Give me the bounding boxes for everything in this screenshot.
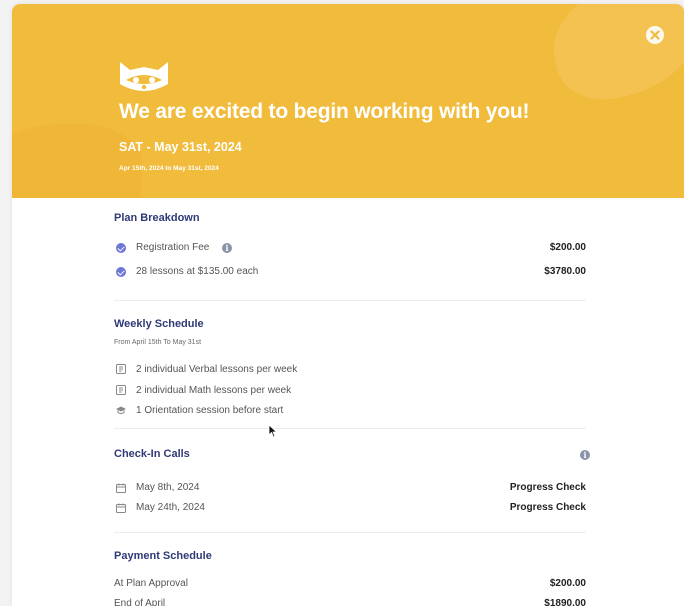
- divider: [114, 532, 586, 533]
- plan-item-label: Registration Fee: [136, 242, 210, 253]
- info-icon[interactable]: i: [222, 243, 232, 253]
- mouse-cursor-icon: [268, 424, 278, 438]
- checkin-type: Progress Check: [509, 482, 586, 493]
- hero-date-range: Apr 15th, 2024 to May 31st, 2024: [119, 165, 219, 172]
- payment-value: $200.00: [549, 578, 586, 589]
- schedule-item: 2 individual Verbal lessons per week: [136, 364, 298, 375]
- schedule-item: 2 individual Math lessons per week: [136, 385, 292, 396]
- divider: [114, 428, 586, 429]
- calendar-icon: [116, 503, 126, 513]
- plan-item-label: 28 lessons at $135.00 each: [136, 266, 259, 277]
- checkin-type: Progress Check: [509, 502, 586, 513]
- checkin-calls-title: Check-In Calls: [114, 448, 190, 460]
- hero-date: SAT - May 31st, 2024: [119, 140, 242, 154]
- payment-schedule-title: Payment Schedule: [114, 550, 212, 562]
- plan-breakdown-title: Plan Breakdown: [114, 212, 200, 224]
- payment-label: At Plan Approval: [114, 578, 188, 589]
- hero-banner: We are excited to begin working with you…: [12, 4, 684, 198]
- weekly-schedule-title: Weekly Schedule: [114, 318, 204, 330]
- payment-value: $1890.00: [544, 598, 586, 606]
- graduation-cap-icon: [116, 406, 126, 414]
- checkin-date: May 24th, 2024: [136, 502, 205, 513]
- info-icon[interactable]: i: [580, 450, 590, 460]
- calendar-icon: [116, 483, 126, 493]
- check-circle-icon: [116, 267, 126, 277]
- welcome-modal: We are excited to begin working with you…: [12, 4, 684, 606]
- plan-item-value: $200.00: [549, 242, 586, 253]
- checkin-date: May 8th, 2024: [136, 482, 200, 493]
- lesson-book-icon: [116, 385, 126, 395]
- schedule-item: 1 Orientation session before start: [136, 405, 284, 416]
- close-icon[interactable]: [644, 24, 666, 46]
- check-circle-icon: [116, 243, 126, 253]
- raccoon-logo-icon: [120, 62, 168, 91]
- plan-item-value: $3780.00: [544, 266, 586, 277]
- decorative-blob: [12, 124, 142, 198]
- payment-label: End of April: [114, 598, 166, 606]
- lesson-book-icon: [116, 364, 126, 374]
- decorative-blob: [540, 4, 684, 112]
- divider: [114, 300, 586, 301]
- weekly-schedule-subtitle: From April 15th To May 31st: [114, 339, 202, 346]
- hero-title: We are excited to begin working with you…: [119, 100, 530, 123]
